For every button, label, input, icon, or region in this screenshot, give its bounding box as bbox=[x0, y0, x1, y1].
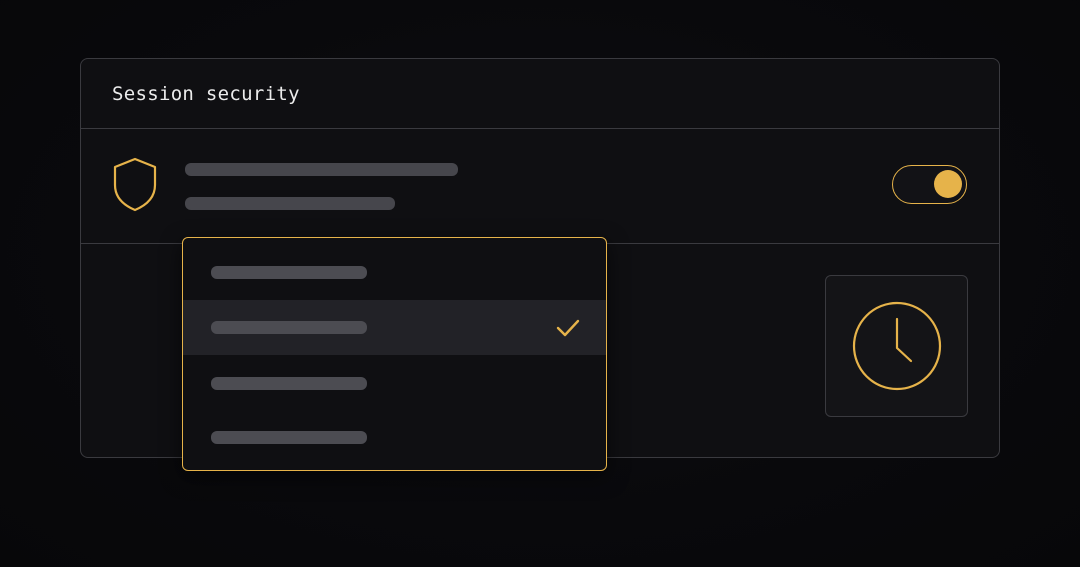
session-security-toggle[interactable] bbox=[892, 165, 967, 204]
setting-title-placeholder bbox=[185, 163, 458, 176]
toggle-knob bbox=[934, 170, 962, 198]
dropdown-option[interactable] bbox=[183, 356, 606, 411]
option-label-placeholder bbox=[211, 377, 367, 390]
dropdown-option[interactable] bbox=[183, 410, 606, 465]
shield-icon bbox=[113, 157, 157, 212]
checkmark-icon bbox=[556, 319, 580, 337]
timeout-dropdown-menu bbox=[182, 237, 607, 471]
dropdown-option-selected[interactable] bbox=[183, 300, 606, 355]
option-label-placeholder bbox=[211, 266, 367, 279]
setting-description-placeholder bbox=[185, 197, 395, 210]
card-header: Session security bbox=[81, 59, 999, 129]
card-title: Session security bbox=[112, 83, 300, 105]
session-setting-row bbox=[81, 129, 999, 244]
timeout-tile bbox=[825, 275, 968, 417]
clock-icon bbox=[852, 301, 942, 391]
option-label-placeholder bbox=[211, 431, 367, 444]
dropdown-option[interactable] bbox=[183, 245, 606, 300]
option-label-placeholder bbox=[211, 321, 367, 334]
